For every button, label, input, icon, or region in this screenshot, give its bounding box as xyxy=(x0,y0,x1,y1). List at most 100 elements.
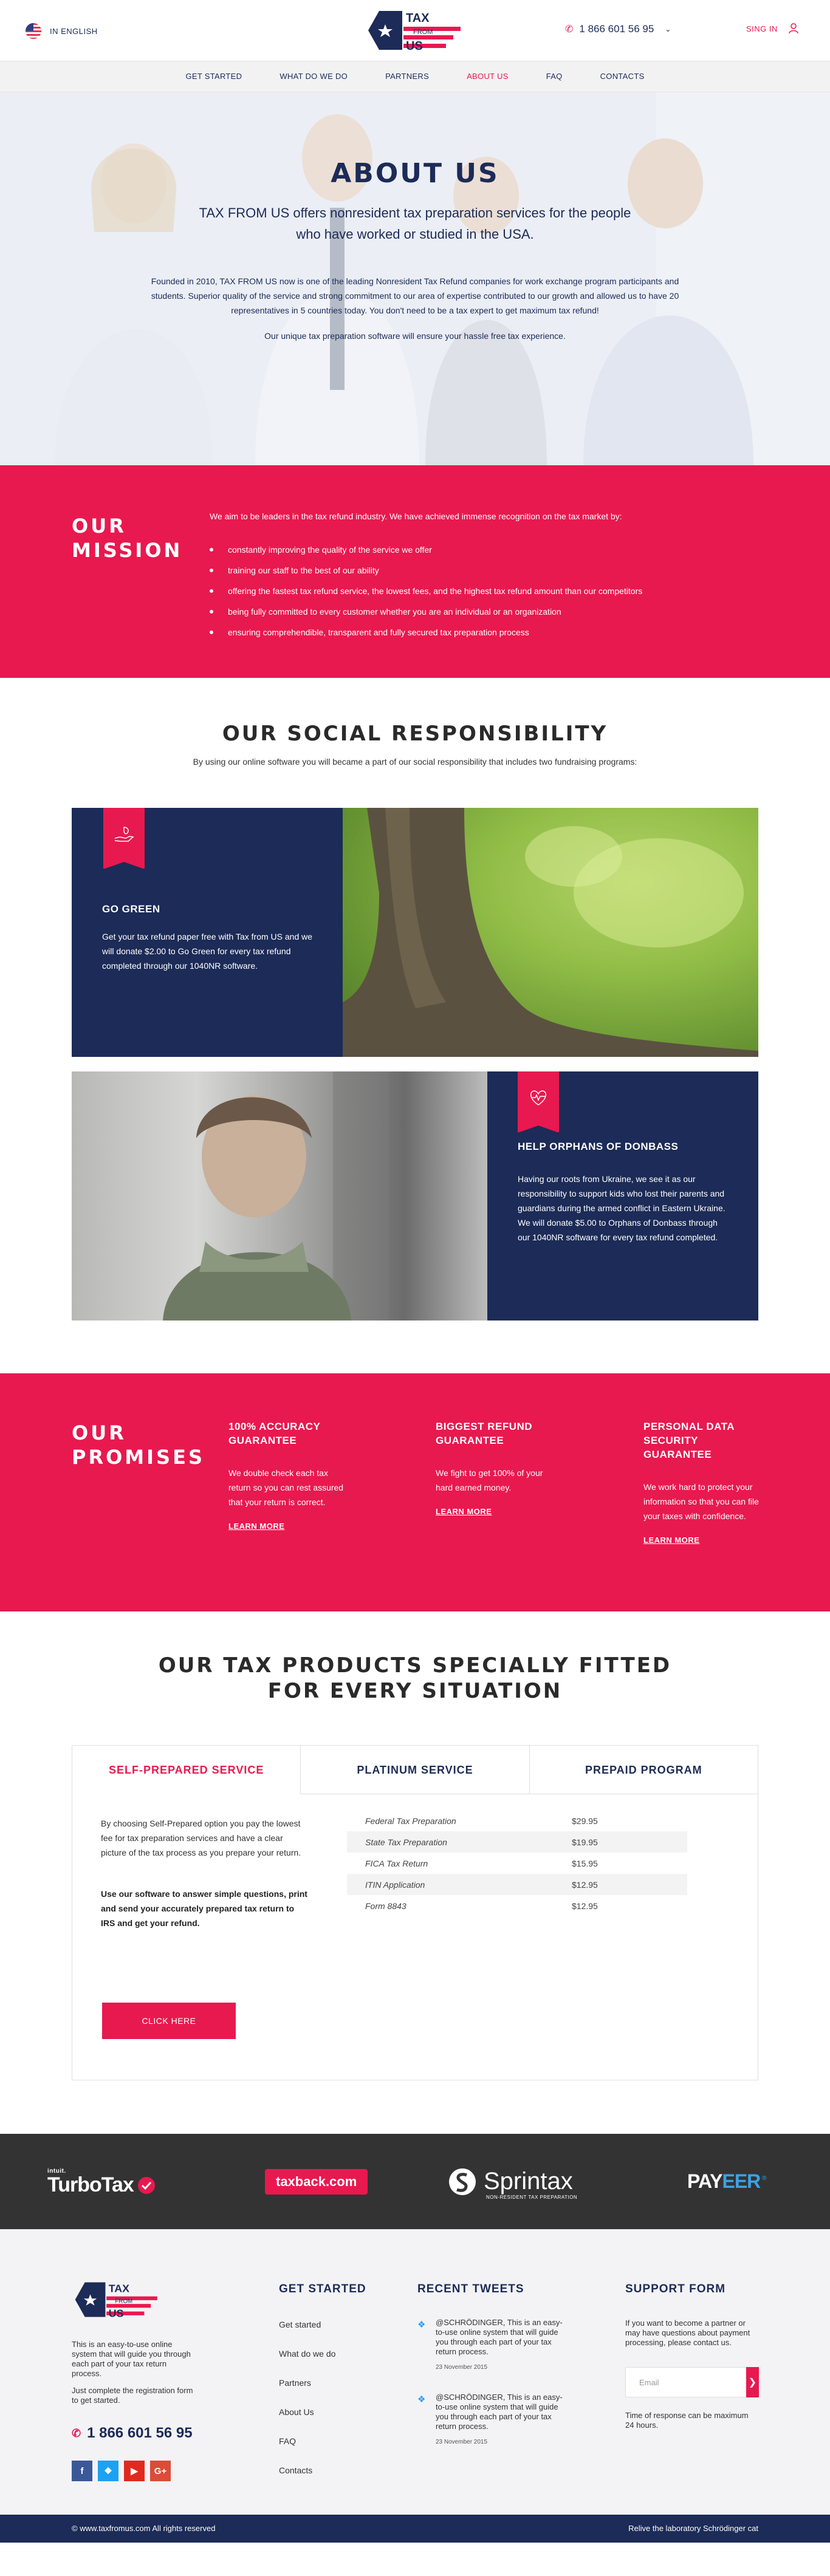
list-item: being fully committed to every customer … xyxy=(210,606,756,617)
product-description: By choosing Self-Prepared option you pay… xyxy=(101,1819,301,1857)
email-field[interactable] xyxy=(625,2367,746,2397)
footer-recent-tweets: RECENT TWEETS ❖ @SCHRÖDINGER, This is an… xyxy=(417,2283,575,2445)
tab-prepaid[interactable]: PREPAID PROGRAM xyxy=(529,1746,758,1794)
hero-lead: TAX FROM US offers nonresident tax prepa… xyxy=(199,205,631,242)
send-arrow-button[interactable]: ❯ xyxy=(746,2367,759,2397)
nav-item-what-do-we-do[interactable]: WHAT DO WE DO xyxy=(261,61,366,92)
nav-item-get-started[interactable]: GET STARTED xyxy=(166,61,261,92)
product-description-bold: Use our software to answer simple questi… xyxy=(101,1889,307,1928)
table-row: FICA Tax Return $15.95 xyxy=(347,1853,687,1874)
nav-item-faq[interactable]: FAQ xyxy=(527,61,581,92)
promise-title: PERSONAL DATA SECURITY GUARANTEE xyxy=(643,1421,735,1460)
price-value: $12.95 xyxy=(554,1874,687,1895)
partner-taxback-logo[interactable]: taxback.com xyxy=(265,2134,368,2229)
partner-sprintax-logo[interactable]: Sprintax NON-RESIDENT TAX PREPARATION xyxy=(448,2134,577,2229)
program-card-help-orphans: HELP ORPHANS OF DONBASS Having our roots… xyxy=(72,1071,758,1320)
top-bar: IN ENGLISH TAX FROM US ✆ 1 866 601 56 95… xyxy=(0,0,830,61)
payeer-pay: PAY xyxy=(687,2170,722,2192)
tweet-date: 23 November 2015 xyxy=(436,2364,488,2371)
twitter-icon[interactable]: ❖ xyxy=(98,2461,118,2481)
products-tabs: SELF-PREPARED SERVICE PLATINUM SERVICE P… xyxy=(72,1745,758,2080)
phone-selector[interactable]: ✆ 1 866 601 56 95 ⌄ xyxy=(565,23,671,35)
footer-link-about-us[interactable]: About Us xyxy=(279,2408,366,2416)
promises-title-line1: OUR xyxy=(72,1421,126,1444)
partner-payeer-logo[interactable]: PAYEER ® xyxy=(687,2134,767,2229)
footer-phone-block[interactable]: ✆ 1 866 601 56 95 xyxy=(72,2425,193,2442)
partner-turbotax-logo[interactable]: intuit. TurboTax xyxy=(47,2134,156,2229)
nav-item-about-us[interactable]: ABOUT US xyxy=(448,61,527,92)
partners-strip: intuit. TurboTax taxback.com Sprintax NO… xyxy=(0,2134,830,2229)
program-title: GO GREEN xyxy=(102,903,160,915)
tweet-text: @SCHRÖDINGER, This is an easy-to-use onl… xyxy=(436,2393,563,2431)
table-row: ITIN Application $12.95 xyxy=(347,1874,687,1895)
support-description: If you want to become a partner or may h… xyxy=(625,2318,750,2347)
hero-section: ABOUT US TAX FROM US offers nonresident … xyxy=(0,92,830,465)
program-text: Having our roots from Ukraine, we see it… xyxy=(518,1174,725,1242)
promise-biggest-refund: BIGGEST REFUND GUARANTEE We fight to get… xyxy=(436,1420,557,1517)
promise-text: We work hard to protect your information… xyxy=(643,1482,759,1521)
learn-more-link[interactable]: LEARN MORE xyxy=(228,1522,284,1531)
tab-bar: SELF-PREPARED SERVICE PLATINUM SERVICE P… xyxy=(72,1746,758,1794)
language-selector[interactable]: IN ENGLISH xyxy=(26,23,98,39)
facebook-icon[interactable]: f xyxy=(72,2461,92,2481)
promise-text: We double check each tax return so you c… xyxy=(228,1468,344,1507)
hero-paragraph: Founded in 2010, TAX FROM US now is one … xyxy=(151,276,679,315)
turbotax-name: TurboTax xyxy=(47,2173,134,2196)
footer-link-partners[interactable]: Partners xyxy=(279,2379,366,2387)
sprintax-name: Sprintax xyxy=(484,2168,573,2195)
footer-col-title: GET STARTED xyxy=(279,2283,366,2295)
price-name: State Tax Preparation xyxy=(347,1831,554,1853)
tab-self-prepared[interactable]: SELF-PREPARED SERVICE xyxy=(72,1746,301,1794)
main-nav: GET STARTED WHAT DO WE DO PARTNERS ABOUT… xyxy=(0,61,830,92)
logo[interactable]: TAX FROM US xyxy=(367,9,464,52)
list-item: offering the fastest tax refund service,… xyxy=(210,586,756,596)
nav-item-contacts[interactable]: CONTACTS xyxy=(581,61,664,92)
social-links: f ❖ ▶ G+ xyxy=(72,2461,171,2481)
turbotax-prefix: intuit. xyxy=(47,2168,66,2175)
program-ribbon xyxy=(103,808,145,869)
price-name: Form 8843 xyxy=(365,1901,406,1911)
mission-title-line2: MISSION xyxy=(72,539,183,562)
mission-list: constantly improving the quality of the … xyxy=(210,544,756,647)
tweet-item[interactable]: ❖ @SCHRÖDINGER, This is an easy-to-use o… xyxy=(417,2318,575,2371)
footer-link-get-started[interactable]: Get started xyxy=(279,2320,366,2329)
credit-link[interactable]: Relive the laboratory Schrödinger cat xyxy=(628,2524,758,2533)
table-row: Federal Tax Preparation $29.95 xyxy=(347,1810,687,1831)
boy-portrait-image xyxy=(72,1071,487,1320)
social-title: OUR SOCIAL RESPONSIBILITY xyxy=(222,722,608,746)
products-title: OUR TAX PRODUCTS SPECIALLY FITTED FOR EV… xyxy=(0,1653,830,1704)
footer-link-faq[interactable]: FAQ xyxy=(279,2437,366,2445)
sprintax-tagline: NON-RESIDENT TAX PREPARATION xyxy=(486,2195,578,2200)
tab-platinum[interactable]: PLATINUM SERVICE xyxy=(300,1746,529,1794)
footer-link-what-do-we-do[interactable]: What do we do xyxy=(279,2349,366,2358)
price-value: $29.95 xyxy=(572,1816,598,1826)
tweet-date: 23 November 2015 xyxy=(436,2439,488,2445)
learn-more-link[interactable]: LEARN MORE xyxy=(436,1507,492,1516)
list-item: training our staff to the best of our ab… xyxy=(210,565,756,576)
products-section: OUR TAX PRODUCTS SPECIALLY FITTED FOR EV… xyxy=(0,1611,830,2134)
click-here-button[interactable]: CLICK HERE xyxy=(102,2003,236,2039)
mission-intro: We aim to be leaders in the tax refund i… xyxy=(210,511,622,521)
bottom-bar: © www.taxfromus.com All rights reserved … xyxy=(0,2515,830,2543)
sign-in-link[interactable]: SING IN xyxy=(746,24,778,33)
list-item: constantly improving the quality of the … xyxy=(210,544,756,555)
footer-logo-line2: FROM xyxy=(115,2298,132,2304)
price-value: $15.95 xyxy=(572,1858,598,1868)
social-responsibility-section: OUR SOCIAL RESPONSIBILITY By using our o… xyxy=(0,678,830,1373)
mission-section: OUR MISSION We aim to be leaders in the … xyxy=(0,465,830,678)
nav-item-partners[interactable]: PARTNERS xyxy=(366,61,448,92)
footer-logo[interactable]: TAX FROM US xyxy=(72,2280,163,2319)
header-phone: 1 866 601 56 95 xyxy=(579,23,654,35)
youtube-icon[interactable]: ▶ xyxy=(124,2461,145,2481)
price-name: ITIN Application xyxy=(347,1874,554,1895)
learn-more-link[interactable]: LEARN MORE xyxy=(643,1536,699,1545)
chevron-down-icon: ⌄ xyxy=(665,25,671,33)
footer-link-contacts[interactable]: Contacts xyxy=(279,2466,366,2475)
user-icon[interactable] xyxy=(789,23,798,34)
products-title-line2: FOR EVERY SITUATION xyxy=(267,1679,563,1703)
google-plus-icon[interactable]: G+ xyxy=(150,2461,171,2481)
phone-icon: ✆ xyxy=(72,2427,81,2439)
tweet-item[interactable]: ❖ @SCHRÖDINGER, This is an easy-to-use o… xyxy=(417,2393,575,2445)
hero-content: ABOUT US TAX FROM US offers nonresident … xyxy=(0,158,830,341)
footer-logo-line1: TAX xyxy=(109,2283,129,2295)
